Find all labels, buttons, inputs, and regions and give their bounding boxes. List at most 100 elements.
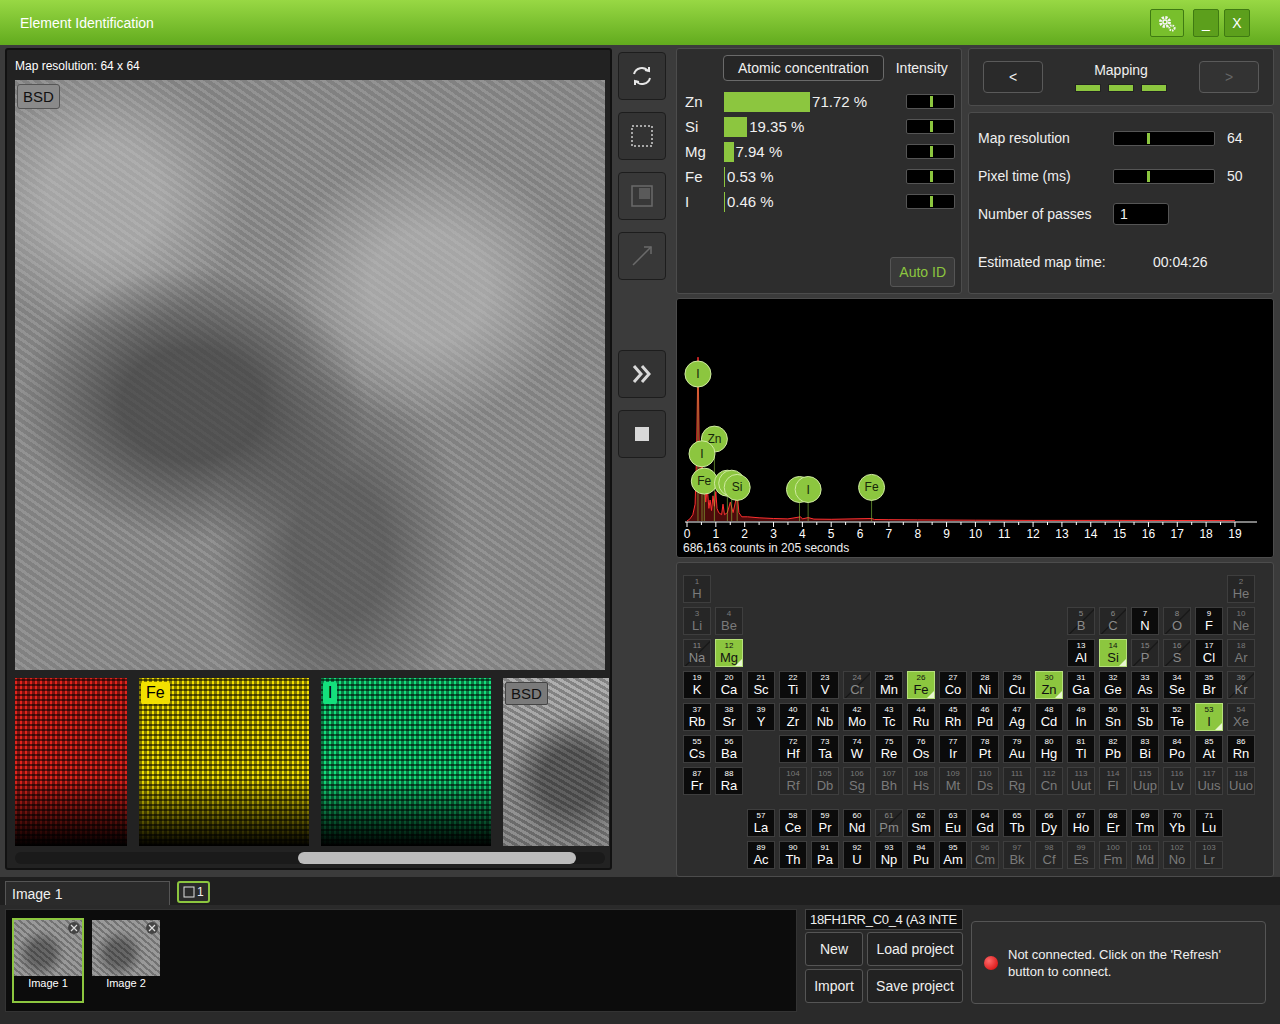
element-cell[interactable]: 60 Nd: [843, 809, 871, 837]
element-cell[interactable]: 59 Pr: [811, 809, 839, 837]
element-cell[interactable]: 96 Cm: [971, 841, 999, 869]
element-cell[interactable]: 109 Mt: [939, 767, 967, 795]
element-cell[interactable]: 111 Rg: [1003, 767, 1031, 795]
element-cell[interactable]: 102 No: [1163, 841, 1191, 869]
element-cell[interactable]: 67 Ho: [1067, 809, 1095, 837]
element-cell[interactable]: 38 Sr: [715, 703, 743, 731]
minimize-button[interactable]: _: [1193, 9, 1219, 37]
element-cell[interactable]: 76 Os: [907, 735, 935, 763]
element-cell[interactable]: 84 Po: [1163, 735, 1191, 763]
element-cell[interactable]: 50 Sn: [1099, 703, 1127, 731]
element-cell[interactable]: 100 Fm: [1099, 841, 1127, 869]
element-cell[interactable]: 40 Zr: [779, 703, 807, 731]
element-cell[interactable]: 112 Cn: [1035, 767, 1063, 795]
element-cell[interactable]: 69 Tm: [1131, 809, 1159, 837]
element-cell[interactable]: 27 Co: [939, 671, 967, 699]
intensity-slider[interactable]: [906, 144, 955, 159]
project-button[interactable]: New: [805, 932, 863, 966]
element-cell[interactable]: 64 Gd: [971, 809, 999, 837]
element-cell[interactable]: 115 Uup: [1131, 767, 1159, 795]
slider-thumb[interactable]: [1147, 171, 1150, 182]
element-cell[interactable]: 5 B: [1067, 607, 1095, 635]
element-cell[interactable]: 92 U: [843, 841, 871, 869]
element-cell[interactable]: 95 Am: [939, 841, 967, 869]
element-cell[interactable]: 89 Ac: [747, 841, 775, 869]
element-cell[interactable]: 1 H: [683, 575, 711, 603]
intensity-slider[interactable]: [906, 94, 955, 109]
peak-marker[interactable]: I: [795, 477, 821, 522]
next-button[interactable]: [618, 350, 666, 398]
element-cell[interactable]: 71 Lu: [1195, 809, 1223, 837]
slider-thumb[interactable]: [930, 146, 933, 157]
element-cell[interactable]: 30 Zn: [1035, 671, 1063, 699]
close-button[interactable]: X: [1224, 9, 1250, 37]
intensity-slider[interactable]: [906, 169, 955, 184]
element-cell[interactable]: 65 Tb: [1003, 809, 1031, 837]
element-cell[interactable]: 116 Lv: [1163, 767, 1191, 795]
sem-image[interactable]: BSD: [15, 80, 605, 670]
element-cell[interactable]: 20 Ca: [715, 671, 743, 699]
element-cell[interactable]: 88 Ra: [715, 767, 743, 795]
element-cell[interactable]: 10 Ne: [1227, 607, 1255, 635]
element-cell[interactable]: 87 Fr: [683, 767, 711, 795]
intensity-slider[interactable]: [906, 119, 955, 134]
element-cell[interactable]: 93 Np: [875, 841, 903, 869]
element-cell[interactable]: 21 Sc: [747, 671, 775, 699]
element-cell[interactable]: 24 Cr: [843, 671, 871, 699]
project-button[interactable]: Load project: [867, 932, 963, 966]
element-cell[interactable]: 107 Bh: [875, 767, 903, 795]
element-cell[interactable]: 98 Cf: [1035, 841, 1063, 869]
peak-marker[interactable]: Fe: [691, 468, 717, 521]
slider-thumb[interactable]: [930, 171, 933, 182]
spectrum-chart[interactable]: IZnIFeSiIFe01234567891011121314151617181…: [677, 299, 1262, 541]
element-cell[interactable]: 53 I: [1195, 703, 1223, 731]
element-cell[interactable]: 73 Ta: [811, 735, 839, 763]
element-cell[interactable]: 39 Y: [747, 703, 775, 731]
refresh-button[interactable]: [618, 52, 666, 100]
element-map[interactable]: I: [321, 678, 491, 846]
element-cell[interactable]: 45 Rh: [939, 703, 967, 731]
setting-slider[interactable]: [1113, 169, 1215, 184]
element-cell[interactable]: 106 Sg: [843, 767, 871, 795]
line-button[interactable]: [618, 232, 666, 280]
element-cell[interactable]: 63 Eu: [939, 809, 967, 837]
element-cell[interactable]: 25 Mn: [875, 671, 903, 699]
element-cell[interactable]: 81 Tl: [1067, 735, 1095, 763]
atomic-concentration-tab[interactable]: Atomic concentration: [723, 55, 884, 81]
element-cell[interactable]: 118 Uuo: [1227, 767, 1255, 795]
previous-button[interactable]: <: [983, 61, 1043, 93]
scrollbar-thumb[interactable]: [298, 852, 576, 864]
element-cell[interactable]: 46 Pd: [971, 703, 999, 731]
element-cell[interactable]: 36 Kr: [1227, 671, 1255, 699]
element-cell[interactable]: 99 Es: [1067, 841, 1095, 869]
image-tab[interactable]: 1: [177, 881, 210, 903]
element-cell[interactable]: 47 Ag: [1003, 703, 1031, 731]
auto-id-button[interactable]: Auto ID: [890, 257, 955, 287]
stop-button[interactable]: [618, 410, 666, 458]
element-cell[interactable]: 4 Be: [715, 607, 743, 635]
passes-input[interactable]: 1: [1113, 203, 1169, 225]
element-cell[interactable]: 56 Ba: [715, 735, 743, 763]
element-cell[interactable]: 15 P: [1131, 639, 1159, 667]
element-cell[interactable]: 61 Pm: [875, 809, 903, 837]
element-cell[interactable]: 22 Ti: [779, 671, 807, 699]
element-cell[interactable]: 9 F: [1195, 607, 1223, 635]
element-cell[interactable]: 32 Ge: [1099, 671, 1127, 699]
image-thumbnail[interactable]: Image 1: [12, 918, 84, 1003]
next-button[interactable]: >: [1199, 61, 1259, 93]
element-cell[interactable]: 94 Pu: [907, 841, 935, 869]
element-cell[interactable]: 54 Xe: [1227, 703, 1255, 731]
element-cell[interactable]: 68 Er: [1099, 809, 1127, 837]
element-cell[interactable]: 44 Ru: [907, 703, 935, 731]
element-cell[interactable]: 16 S: [1163, 639, 1191, 667]
element-cell[interactable]: 14 Si: [1099, 639, 1127, 667]
element-map[interactable]: [15, 678, 127, 846]
element-map[interactable]: Fe: [139, 678, 309, 846]
element-cell[interactable]: 70 Yb: [1163, 809, 1191, 837]
element-cell[interactable]: 79 Au: [1003, 735, 1031, 763]
element-cell[interactable]: 117 Uus: [1195, 767, 1223, 795]
element-cell[interactable]: 37 Rb: [683, 703, 711, 731]
element-cell[interactable]: 51 Sb: [1131, 703, 1159, 731]
intensity-slider[interactable]: [906, 194, 955, 209]
element-cell[interactable]: 8 O: [1163, 607, 1191, 635]
